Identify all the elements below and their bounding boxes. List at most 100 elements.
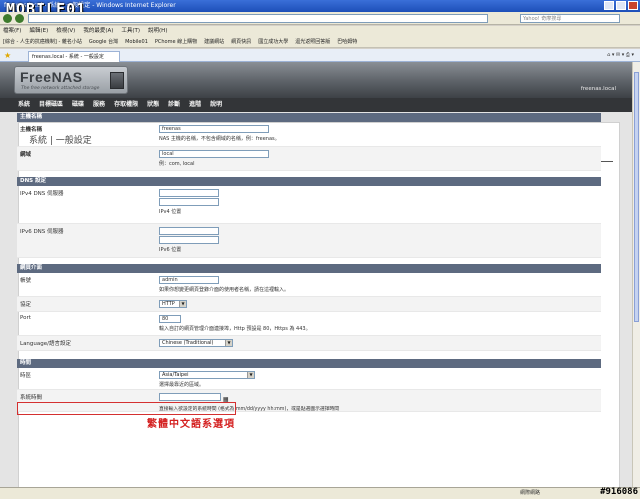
hostname-label: 主機名稱 xyxy=(20,127,43,133)
favorite-link[interactable]: Google 台灣 xyxy=(89,37,118,47)
menu-tools[interactable]: 工具(T) xyxy=(121,26,140,37)
freenas-logo[interactable]: FreeNAS The free network attached storag… xyxy=(14,66,128,94)
row-timezone: 時區 Asia/Taipei ▼ 選擇最靠近的區域。 xyxy=(17,368,601,390)
ipv4-dns-input-1[interactable] xyxy=(159,189,219,197)
row-domain: 網域 local 例：com, local xyxy=(17,147,601,171)
host-name: freenas.local xyxy=(580,86,616,92)
row-ipv6-dns: IPv6 DNS 伺服器 IPv6 位置 xyxy=(17,224,601,258)
annotation-highlight-box xyxy=(17,402,236,415)
systime-input[interactable] xyxy=(159,393,221,401)
row-protocol: 協定 HTTP ▼ xyxy=(17,297,601,312)
language-label: Language/語言設定 xyxy=(20,341,71,347)
nas-box-icon xyxy=(110,72,124,89)
timezone-help: 選擇最靠近的區域。 xyxy=(159,382,205,388)
username-input[interactable]: admin xyxy=(159,276,219,284)
favorite-link[interactable]: 巴哈姆特 xyxy=(337,37,357,47)
vertical-scrollbar[interactable] xyxy=(632,62,640,487)
language-value: Chinese (Traditional) xyxy=(162,340,214,346)
chevron-down-icon: ▼ xyxy=(247,372,254,378)
port-input[interactable]: 80 xyxy=(159,315,181,323)
username-label: 帳號 xyxy=(20,278,32,284)
hostname-input[interactable]: freenas xyxy=(159,125,269,133)
domain-help: 例：com, local xyxy=(159,161,195,167)
nav-disks[interactable]: 磁碟 xyxy=(72,98,84,112)
favorite-link[interactable]: Mobile01 xyxy=(125,37,148,47)
menu-bar: 檔案(F) 編輯(E) 檢視(V) 我的最愛(A) 工具(T) 說明(H) xyxy=(0,26,640,37)
forward-arrow-icon[interactable] xyxy=(15,14,24,23)
browser-tab[interactable]: freenas.local - 系統 - 一般設定 xyxy=(28,51,120,62)
nav-system[interactable]: 系統 xyxy=(18,98,30,112)
search-input[interactable]: Yahoo! 奇摩搜尋 xyxy=(520,14,620,23)
row-language: Language/語言設定 Chinese (Traditional) ▼ xyxy=(17,336,601,351)
ipv6-dns-input-2[interactable] xyxy=(159,236,219,244)
logo-tagline: The free network attached storage xyxy=(21,86,100,91)
ipv4-dns-help: IPv4 位置 xyxy=(159,209,182,215)
protocol-select[interactable]: HTTP ▼ xyxy=(159,300,187,308)
ipv4-dns-label: IPv4 DNS 伺服器 xyxy=(20,191,64,197)
menu-help[interactable]: 說明(H) xyxy=(148,26,167,37)
favorites-star-icon[interactable]: ★ xyxy=(4,51,11,60)
section-time-header: 時間 xyxy=(17,359,601,368)
scrollbar-thumb[interactable] xyxy=(634,72,639,322)
favorite-link[interactable]: 網頁快訊 xyxy=(231,37,251,47)
nav-diagnostics[interactable]: 診斷 xyxy=(168,98,180,112)
ipv6-dns-label: IPv6 DNS 伺服器 xyxy=(20,229,64,235)
corner-code: #916086 xyxy=(600,487,638,497)
timezone-value: Asia/Taipei xyxy=(162,372,189,378)
menu-edit[interactable]: 編輯(E) xyxy=(29,26,48,37)
menu-view[interactable]: 檢視(V) xyxy=(56,26,75,37)
window-controls xyxy=(604,1,638,10)
page-viewport: FreeNAS The free network attached storag… xyxy=(0,62,632,487)
section-hostname-header: 主機名稱 xyxy=(17,113,601,122)
port-help: 輸入自訂的網頁管理介面連接埠，Http 預設是 80，Https 為 443。 xyxy=(159,326,311,332)
menu-favorites[interactable]: 我的最愛(A) xyxy=(83,26,113,37)
systime-label: 系統時間 xyxy=(20,395,43,401)
minimize-icon[interactable] xyxy=(604,1,614,10)
favorite-link[interactable]: 迴光返照回答版 xyxy=(295,37,330,47)
nav-access[interactable]: 存取權限 xyxy=(114,98,138,112)
favorites-bar: [綜合 - 人生的抗癌機制] - 雜名小站 Google 台灣 Mobile01… xyxy=(0,37,640,48)
browser-tab-bar: ★ freenas.local - 系統 - 一般設定 ⌂ ▾ ✉ ▾ ⎙ ▾ xyxy=(0,49,640,62)
ipv6-dns-input-1[interactable] xyxy=(159,227,219,235)
ipv4-dns-input-2[interactable] xyxy=(159,198,219,206)
toolbar-tools-icon[interactable]: ⌂ ▾ ✉ ▾ ⎙ ▾ xyxy=(607,51,634,60)
row-hostname: 主機名稱 freenas NAS 主機的名稱，不包含網域的名稱，例：freena… xyxy=(17,122,601,147)
close-icon[interactable] xyxy=(628,1,638,10)
freenas-header: FreeNAS The free network attached storag… xyxy=(0,62,632,98)
domain-label: 網域 xyxy=(20,152,32,158)
protocol-label: 協定 xyxy=(20,302,32,308)
language-select[interactable]: Chinese (Traditional) ▼ xyxy=(159,339,233,347)
maximize-icon[interactable] xyxy=(616,1,626,10)
url-input[interactable] xyxy=(28,14,488,23)
logo-name: FreeNAS xyxy=(20,69,83,85)
ipv6-dns-help: IPv6 位置 xyxy=(159,247,182,253)
status-bar: 網際網路 #916086 xyxy=(0,487,640,499)
nav-status[interactable]: 狀態 xyxy=(147,98,159,112)
back-arrow-icon[interactable] xyxy=(3,14,12,23)
section-dns-header: DNS 設定 xyxy=(17,177,601,186)
settings-form: 主機名稱 主機名稱 freenas NAS 主機的名稱，不包含網域的名稱，例：f… xyxy=(17,113,601,412)
chevron-down-icon: ▼ xyxy=(179,301,186,307)
address-bar: Yahoo! 奇摩搜尋 xyxy=(0,12,640,25)
nav-help[interactable]: 說明 xyxy=(210,98,222,112)
protocol-value: HTTP xyxy=(162,301,175,307)
row-ipv4-dns: IPv4 DNS 伺服器 IPv4 位置 xyxy=(17,186,601,224)
main-nav: 系統 目標磁區 磁碟 服務 存取權限 狀態 診斷 進階 說明 xyxy=(0,98,632,112)
status-zone: 網際網路 xyxy=(520,490,541,496)
domain-input[interactable]: local xyxy=(159,150,269,158)
username-help: 如果你想變更網頁登錄介面的使用者名稱，請在這裡輸入。 xyxy=(159,287,290,293)
nav-services[interactable]: 服務 xyxy=(93,98,105,112)
favorite-link[interactable]: PChome 線上購物 xyxy=(155,37,197,47)
nav-advanced[interactable]: 進階 xyxy=(189,98,201,112)
timezone-select[interactable]: Asia/Taipei ▼ xyxy=(159,371,255,379)
section-webgui-header: 網頁介面 xyxy=(17,264,601,273)
window-titlebar: freenas.local - 系統 - 一般設定 - Windows Inte… xyxy=(0,0,640,12)
favorite-link[interactable]: 建議網站 xyxy=(204,37,224,47)
favorite-link[interactable]: [綜合 - 人生的抗癌機制] - 雜名小站 xyxy=(3,37,82,47)
menu-file[interactable]: 檔案(F) xyxy=(3,26,21,37)
favorite-link[interactable]: 國立成功大學 xyxy=(258,37,288,47)
port-label: Port xyxy=(20,315,31,321)
annotation-text: 繁體中文語系選項 xyxy=(147,419,235,430)
nav-arrows xyxy=(3,14,24,23)
nav-volumes[interactable]: 目標磁區 xyxy=(39,98,63,112)
